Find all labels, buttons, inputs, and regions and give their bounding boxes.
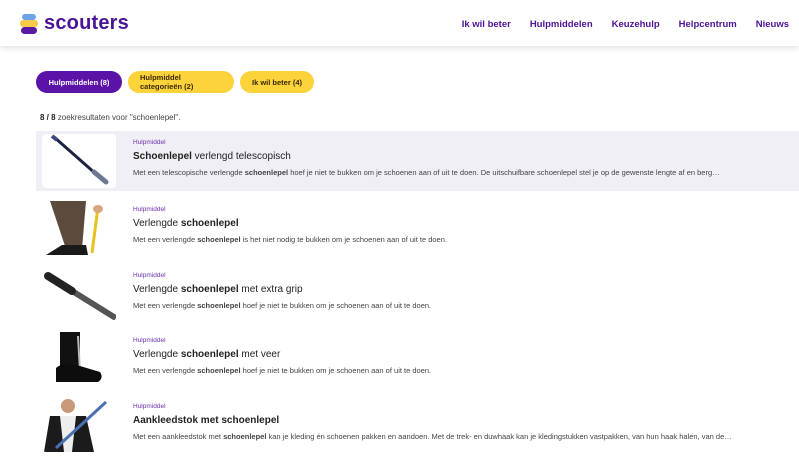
result-item[interactable]: Hulpmiddel Verlengde schoenlepel met ext… bbox=[36, 264, 799, 324]
result-description: Met een telescopische verlengde schoenle… bbox=[133, 168, 720, 177]
result-description: Met een verlengde schoenlepel hoef je ni… bbox=[133, 366, 432, 375]
filter-categorieen[interactable]: Hulpmiddel categorieën (2) bbox=[128, 71, 234, 93]
result-title[interactable]: Verlengde schoenlepel bbox=[133, 218, 789, 229]
results-count: 8 / 8 zoekresultaten voor "schoenlepel". bbox=[40, 113, 180, 122]
result-category: Hulpmiddel bbox=[133, 272, 166, 279]
result-title[interactable]: Schoenlepel verlengd telescopisch bbox=[133, 151, 789, 162]
logo-icon bbox=[20, 13, 38, 34]
result-title[interactable]: Aankleedstok met schoenlepel bbox=[133, 415, 789, 426]
result-title[interactable]: Verlengde schoenlepel met extra grip bbox=[133, 284, 789, 295]
telescopic-shoehorn-image bbox=[50, 134, 109, 185]
result-thumbnail[interactable] bbox=[42, 398, 116, 452]
filter-hulpmiddelen[interactable]: Hulpmiddelen (8) bbox=[36, 71, 122, 93]
result-item[interactable]: Hulpmiddel Schoenlepel verlengd telescop… bbox=[36, 131, 799, 191]
result-category: Hulpmiddel bbox=[133, 403, 166, 410]
filter-ik-wil-beter[interactable]: Ik wil beter (4) bbox=[240, 71, 314, 93]
nav-nieuws[interactable]: Nieuws bbox=[756, 19, 789, 30]
result-description: Met een verlengde schoenlepel hoef je ni… bbox=[133, 301, 432, 310]
site-logo[interactable]: scouters bbox=[20, 12, 129, 35]
nav-helpcentrum[interactable]: Helpcentrum bbox=[679, 19, 737, 30]
result-category: Hulpmiddel bbox=[133, 139, 166, 146]
nav-keuzehulp[interactable]: Keuzehulp bbox=[612, 19, 660, 30]
result-category: Hulpmiddel bbox=[133, 337, 166, 344]
nav-ik-wil-beter[interactable]: Ik wil beter bbox=[462, 19, 511, 30]
result-item[interactable]: Hulpmiddel Aankleedstok met schoenlepel … bbox=[36, 395, 799, 455]
result-thumbnail[interactable] bbox=[42, 134, 116, 188]
shoe-spring-shoehorn-image bbox=[56, 332, 102, 382]
filter-tabs: Hulpmiddelen (8) Hulpmiddel categorieën … bbox=[36, 71, 314, 93]
result-title[interactable]: Verlengde schoenlepel met veer bbox=[133, 349, 789, 360]
dressing-stick-image bbox=[42, 398, 116, 452]
result-description: Met een aankleedstok met schoenlepel kan… bbox=[133, 432, 732, 441]
results-count-number: 8 / 8 bbox=[40, 113, 56, 122]
person-shoehorn-image bbox=[42, 201, 116, 255]
logo-text: scouters bbox=[44, 12, 129, 34]
main-nav: Ik wil beter Hulpmiddelen Keuzehulp Help… bbox=[462, 19, 789, 30]
result-thumbnail[interactable] bbox=[42, 201, 116, 255]
result-item[interactable]: Hulpmiddel Verlengde schoenlepel met vee… bbox=[36, 329, 799, 389]
result-item[interactable]: Hulpmiddel Verlengde schoenlepel Met een… bbox=[36, 198, 799, 258]
result-category: Hulpmiddel bbox=[133, 206, 166, 213]
result-description: Met een verlengde schoenlepel is het nie… bbox=[133, 235, 447, 244]
nav-hulpmiddelen[interactable]: Hulpmiddelen bbox=[530, 19, 593, 30]
result-thumbnail[interactable] bbox=[42, 332, 116, 386]
results-count-text: zoekresultaten voor "schoenlepel". bbox=[55, 113, 181, 122]
grip-shoehorn-image bbox=[44, 272, 116, 320]
result-thumbnail[interactable] bbox=[42, 267, 116, 321]
site-header: scouters Ik wil beter Hulpmiddelen Keuze… bbox=[0, 0, 799, 46]
